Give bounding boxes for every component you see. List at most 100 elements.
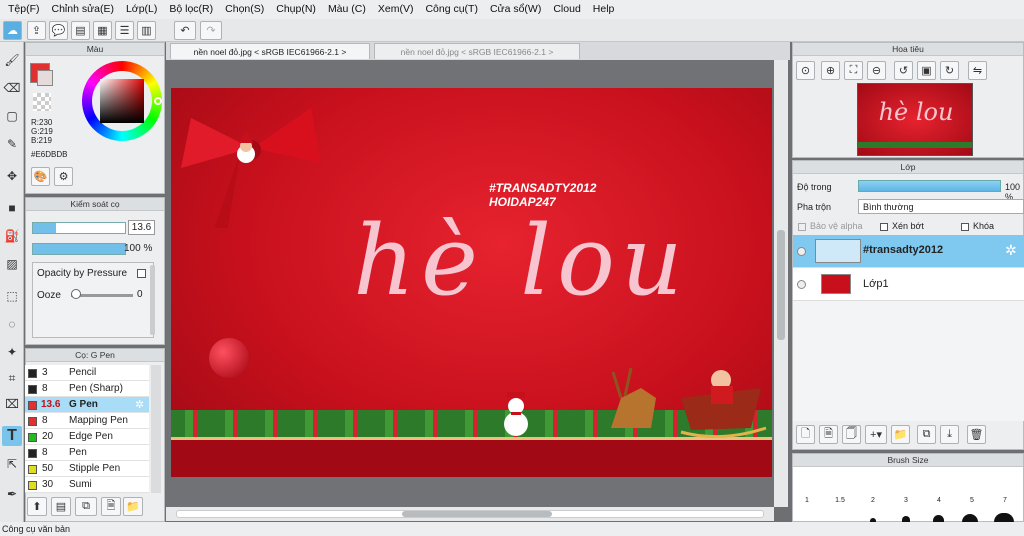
lock-checkbox[interactable] xyxy=(961,223,969,231)
brush-folder-icon[interactable]: 📁 xyxy=(123,497,143,516)
flip-icon[interactable]: ⇋ xyxy=(968,61,987,80)
menu-color[interactable]: Màu (C) xyxy=(322,0,372,19)
zoom-out-icon[interactable]: ⊖ xyxy=(867,61,886,80)
horizontal-scroll-track[interactable] xyxy=(176,510,764,518)
brush-settings-icon[interactable]: ✲ xyxy=(135,397,144,413)
fit-screen-icon[interactable]: ⛶ xyxy=(844,61,863,80)
gradient-tool-icon[interactable]: ▨ xyxy=(2,254,22,274)
menu-edit[interactable]: Chỉnh sửa(E) xyxy=(46,0,120,19)
protect-alpha-checkbox[interactable] xyxy=(798,223,806,231)
text-tool-icon[interactable]: T xyxy=(2,426,22,446)
new-folder-icon[interactable]: 📁 xyxy=(891,425,910,444)
menu-window[interactable]: Cửa sổ(W) xyxy=(484,0,547,19)
ooze-slider-handle[interactable] xyxy=(71,289,81,299)
fill-rect-tool-icon[interactable]: ■ xyxy=(2,198,22,218)
rotate-right-icon[interactable]: ↻ xyxy=(940,61,959,80)
select-eraser-icon[interactable]: ⌧ xyxy=(2,394,22,414)
select-rect-icon[interactable]: ⬚ xyxy=(2,286,22,306)
brush-item-stipple-pen[interactable]: 50 Stipple Pen xyxy=(25,461,149,477)
hue-handle[interactable] xyxy=(154,97,162,105)
rotate-left-icon[interactable]: ↺ xyxy=(894,61,913,80)
horizontal-scroll-thumb[interactable] xyxy=(402,511,552,517)
undo-icon[interactable]: ↶ xyxy=(174,21,196,40)
palette-settings-icon[interactable]: ⚙ xyxy=(54,167,73,186)
layer-visibility-icon[interactable] xyxy=(797,247,806,256)
layer-opacity-slider[interactable] xyxy=(858,180,1001,192)
menu-file[interactable]: Tệp(F) xyxy=(2,0,46,19)
eyedropper-tool-icon[interactable]: ✒ xyxy=(2,484,22,504)
brush-file-icon[interactable]: 🗎 xyxy=(101,497,121,516)
operation-tool-icon[interactable]: ⇱ xyxy=(2,454,22,474)
magic-wand-icon[interactable]: ✦ xyxy=(2,342,22,362)
lasso-tool-icon[interactable]: ◌ xyxy=(2,314,22,334)
transparent-swatch[interactable] xyxy=(33,93,51,111)
menu-view[interactable]: Xem(V) xyxy=(372,0,420,19)
pen-tool-icon[interactable]: ✎ xyxy=(2,134,22,154)
menu-help[interactable]: Help xyxy=(587,0,621,19)
redo-icon[interactable]: ↷ xyxy=(200,21,222,40)
artwork-canvas[interactable]: #TRANSADTY2012 HOIDAP247 hè lou xyxy=(171,88,772,477)
new-vector-layer-icon[interactable]: 🗎 xyxy=(819,425,838,444)
brush-item-pencil[interactable]: 3 Pencil xyxy=(25,365,149,381)
brush-item-mapping-pen[interactable]: 8 Mapping Pen xyxy=(25,413,149,429)
zoom-in-icon[interactable]: ⊕ xyxy=(821,61,840,80)
rect-tool-icon[interactable]: ▢ xyxy=(2,106,22,126)
menu-layer[interactable]: Lớp(L) xyxy=(120,0,163,19)
menu-tools[interactable]: Công cụ(T) xyxy=(419,0,484,19)
grid-icon[interactable]: ▥ xyxy=(137,21,156,40)
brush-size-option[interactable]: 7 xyxy=(991,497,1019,504)
menu-cloud[interactable]: Cloud xyxy=(547,0,586,19)
menu-select[interactable]: Chọn(S) xyxy=(219,0,270,19)
move-tool-icon[interactable]: ✥ xyxy=(2,166,22,186)
vertical-scroll-thumb[interactable] xyxy=(777,230,785,340)
brush-item-sumi[interactable]: 30 Sumi xyxy=(25,477,149,493)
copy-brush-icon[interactable]: ⧉ xyxy=(75,497,97,516)
comment-icon[interactable]: 💬 xyxy=(49,21,68,40)
layer-row[interactable]: #transadty2012 ✲ xyxy=(793,235,1024,268)
brush-list-scrollbar[interactable] xyxy=(151,365,161,493)
clipping-checkbox[interactable] xyxy=(880,223,888,231)
navigator-thumbnail[interactable]: hè lou xyxy=(857,83,973,156)
layer-settings-icon[interactable]: ✲ xyxy=(1005,242,1017,259)
saturation-square[interactable] xyxy=(100,79,144,123)
brush-size-input[interactable]: 13.6 xyxy=(128,220,155,235)
brush-size-option[interactable]: 5 xyxy=(958,497,986,504)
opacity-pressure-checkbox[interactable] xyxy=(137,269,146,278)
eraser-tool-icon[interactable]: ⌫ xyxy=(2,78,22,98)
brush-menu-icon[interactable]: ▤ xyxy=(51,497,71,516)
panel-icon[interactable]: ▦ xyxy=(93,21,112,40)
brush-item-pen-sharp[interactable]: 8 Pen (Sharp) xyxy=(25,381,149,397)
duplicate-layer-icon[interactable]: ⧉ xyxy=(917,425,936,444)
brush-size-option[interactable]: 3 xyxy=(892,497,920,504)
tab-document-2[interactable]: nền noel đỏ.jpg < sRGB IEC61966-2.1 > xyxy=(374,43,580,59)
merge-layer-icon[interactable]: ⤓ xyxy=(940,425,959,444)
export-icon[interactable]: ⇪ xyxy=(27,21,46,40)
bucket-tool-icon[interactable]: ⛽ xyxy=(2,226,22,246)
window-icon[interactable]: ▤ xyxy=(71,21,90,40)
brush-item-edge-pen[interactable]: 20 Edge Pen xyxy=(25,429,149,445)
canvas-vertical-scrollbar[interactable] xyxy=(774,60,788,507)
brush-size-slider[interactable] xyxy=(32,222,126,234)
new-raster-layer-icon[interactable]: 🗍 xyxy=(842,425,861,444)
brush-size-option[interactable]: 2 xyxy=(859,497,887,504)
brush-size-option[interactable]: 1.5 xyxy=(826,497,854,504)
menu-capture[interactable]: Chụp(N) xyxy=(270,0,322,19)
palette-icon[interactable]: 🎨 xyxy=(31,167,50,186)
brush-opacity-slider[interactable] xyxy=(32,243,126,255)
hue-wheel[interactable] xyxy=(82,61,162,141)
delete-layer-icon[interactable]: 🗑 xyxy=(967,425,986,444)
add-layer-menu-icon[interactable]: +▾ xyxy=(865,425,887,444)
reset-view-icon[interactable]: ▣ xyxy=(917,61,936,80)
menu-filter[interactable]: Bộ lọc(R) xyxy=(163,0,219,19)
brush-size-option[interactable]: 1 xyxy=(793,497,821,504)
cloud-icon[interactable]: ☁ xyxy=(3,21,22,40)
brush-item-pen[interactable]: 8 Pen xyxy=(25,445,149,461)
list-icon[interactable]: ☰ xyxy=(115,21,134,40)
select-pen-icon[interactable]: ⌗ xyxy=(2,368,22,388)
background-color-swatch[interactable] xyxy=(37,70,53,86)
layer-visibility-icon[interactable] xyxy=(797,280,806,289)
new-layer-icon[interactable]: 🗋 xyxy=(796,425,815,444)
zoom-fit-icon[interactable]: ⊙ xyxy=(796,61,815,80)
blend-mode-select[interactable]: Bình thường xyxy=(858,199,1024,214)
brush-item-g-pen[interactable]: 13.6 G Pen ✲ xyxy=(25,397,149,413)
